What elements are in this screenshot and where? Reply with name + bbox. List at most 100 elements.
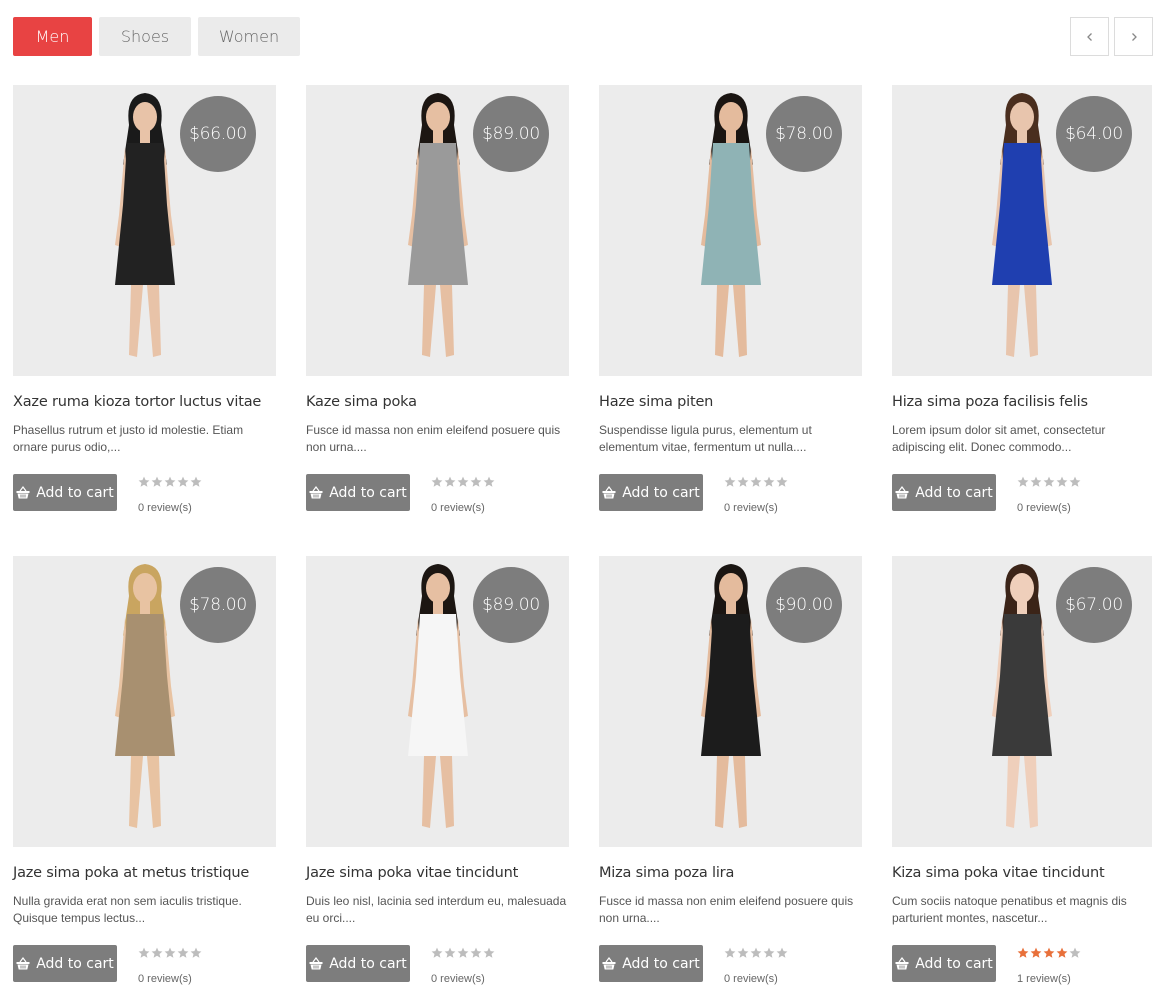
star-icon[interactable] — [1030, 476, 1042, 488]
review-count[interactable]: 0 review(s) — [431, 973, 495, 985]
add-to-cart-button[interactable]: Add to cart — [599, 474, 703, 511]
star-icon[interactable] — [190, 476, 202, 488]
star-icon[interactable] — [776, 476, 788, 488]
star-icon[interactable] — [457, 476, 469, 488]
product-card: $67.00 Kiza sima poka vitae tincidunt Cu… — [892, 556, 1152, 999]
tab-men[interactable]: Men — [13, 17, 92, 56]
star-icon[interactable] — [1056, 476, 1068, 488]
category-tabs: Men Shoes Women — [13, 17, 300, 56]
star-icon[interactable] — [483, 476, 495, 488]
product-title[interactable]: Haze sima piten — [599, 394, 862, 410]
price-badge: $89.00 — [473, 567, 549, 643]
add-to-cart-button[interactable]: Add to cart — [599, 945, 703, 982]
add-to-cart-label: Add to cart — [329, 484, 407, 501]
star-icon[interactable] — [164, 476, 176, 488]
product-title[interactable]: Kaze sima poka — [306, 394, 569, 410]
star-icon[interactable] — [737, 947, 749, 959]
product-description: Suspendisse ligula purus, elementum ut e… — [599, 423, 812, 454]
star-icon[interactable] — [763, 947, 775, 959]
product-image[interactable]: $78.00 — [13, 556, 276, 847]
rating: 1 review(s) — [1017, 945, 1081, 985]
star-icon[interactable] — [1056, 947, 1068, 959]
star-icon[interactable] — [470, 947, 482, 959]
star-icon[interactable] — [750, 476, 762, 488]
add-to-cart-button[interactable]: Add to cart — [13, 945, 117, 982]
basket-icon — [602, 957, 616, 970]
star-icon[interactable] — [138, 947, 150, 959]
product-image[interactable]: $66.00 — [13, 85, 276, 376]
basket-icon — [16, 486, 30, 499]
star-rating — [724, 947, 788, 959]
star-icon[interactable] — [138, 476, 150, 488]
product-actions: Add to cart 0 review(s) — [599, 474, 862, 514]
product-card: $89.00 Kaze sima poka Fusce id massa non… — [306, 85, 569, 556]
star-rating — [1017, 476, 1081, 488]
star-icon[interactable] — [483, 947, 495, 959]
star-icon[interactable] — [1069, 476, 1081, 488]
next-button[interactable] — [1114, 17, 1153, 56]
product-image[interactable]: $89.00 — [306, 556, 569, 847]
tab-women[interactable]: Women — [198, 17, 300, 56]
review-count[interactable]: 0 review(s) — [724, 502, 788, 514]
product-title[interactable]: Xaze ruma kioza tortor luctus vitae — [13, 394, 276, 410]
star-rating — [431, 476, 495, 488]
star-icon[interactable] — [444, 947, 456, 959]
star-icon[interactable] — [151, 947, 163, 959]
tab-shoes[interactable]: Shoes — [99, 17, 191, 56]
star-rating — [431, 947, 495, 959]
add-to-cart-button[interactable]: Add to cart — [306, 474, 410, 511]
product-title[interactable]: Miza sima poza lira — [599, 865, 862, 881]
review-count[interactable]: 0 review(s) — [138, 973, 202, 985]
star-icon[interactable] — [190, 947, 202, 959]
product-title[interactable]: Hiza sima poza facilisis felis — [892, 394, 1152, 410]
product-image[interactable]: $90.00 — [599, 556, 862, 847]
star-icon[interactable] — [177, 947, 189, 959]
star-icon[interactable] — [1043, 947, 1055, 959]
add-to-cart-label: Add to cart — [915, 484, 993, 501]
star-icon[interactable] — [431, 947, 443, 959]
star-icon[interactable] — [1069, 947, 1081, 959]
review-count[interactable]: 0 review(s) — [138, 502, 202, 514]
product-image[interactable]: $67.00 — [892, 556, 1152, 847]
add-to-cart-button[interactable]: Add to cart — [306, 945, 410, 982]
star-icon[interactable] — [1017, 476, 1029, 488]
review-count[interactable]: 0 review(s) — [1017, 502, 1081, 514]
star-rating — [724, 476, 788, 488]
star-icon[interactable] — [724, 947, 736, 959]
review-count[interactable]: 0 review(s) — [431, 502, 495, 514]
star-icon[interactable] — [177, 476, 189, 488]
star-icon[interactable] — [1030, 947, 1042, 959]
star-icon[interactable] — [763, 476, 775, 488]
product-image[interactable]: $89.00 — [306, 85, 569, 376]
add-to-cart-button[interactable]: Add to cart — [892, 474, 996, 511]
star-icon[interactable] — [164, 947, 176, 959]
review-count[interactable]: 1 review(s) — [1017, 973, 1081, 985]
basket-icon — [309, 957, 323, 970]
product-title[interactable]: Jaze sima poka vitae tincidunt — [306, 865, 569, 881]
prev-button[interactable] — [1070, 17, 1109, 56]
product-image[interactable]: $78.00 — [599, 85, 862, 376]
star-icon[interactable] — [470, 476, 482, 488]
star-icon[interactable] — [151, 476, 163, 488]
star-icon[interactable] — [431, 476, 443, 488]
star-icon[interactable] — [724, 476, 736, 488]
product-image[interactable]: $64.00 — [892, 85, 1152, 376]
rating: 0 review(s) — [431, 474, 495, 514]
star-icon[interactable] — [776, 947, 788, 959]
star-icon[interactable] — [750, 947, 762, 959]
star-icon[interactable] — [1043, 476, 1055, 488]
product-title[interactable]: Jaze sima poka at metus tristique — [13, 865, 276, 881]
star-icon[interactable] — [1017, 947, 1029, 959]
star-icon[interactable] — [444, 476, 456, 488]
product-title[interactable]: Kiza sima poka vitae tincidunt — [892, 865, 1152, 881]
basket-icon — [895, 957, 909, 970]
review-count[interactable]: 0 review(s) — [724, 973, 788, 985]
product-actions: Add to cart 0 review(s) — [599, 945, 862, 985]
add-to-cart-button[interactable]: Add to cart — [892, 945, 996, 982]
add-to-cart-button[interactable]: Add to cart — [13, 474, 117, 511]
add-to-cart-label: Add to cart — [622, 955, 700, 972]
star-icon[interactable] — [737, 476, 749, 488]
star-icon[interactable] — [457, 947, 469, 959]
add-to-cart-label: Add to cart — [36, 955, 114, 972]
product-actions: Add to cart 0 review(s) — [892, 474, 1152, 514]
